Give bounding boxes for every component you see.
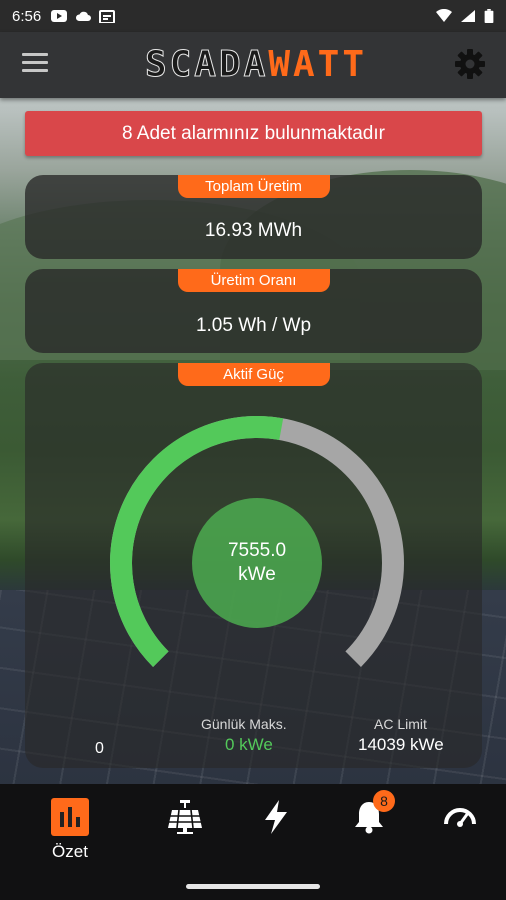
total-production-label: Toplam Üretim bbox=[177, 175, 330, 198]
ac-limit-label: AC Limit bbox=[374, 716, 427, 732]
active-power-card: Aktif Güç 7555.0 kWe 0 Günlük Maks. 0 kW… bbox=[25, 363, 482, 768]
production-rate-card: Üretim Oranı 1.05 Wh / Wp bbox=[25, 269, 482, 353]
nav-item-ozet[interactable]: Özet bbox=[40, 798, 100, 861]
battery-icon bbox=[484, 9, 494, 23]
lightning-icon bbox=[265, 800, 287, 834]
app-bar: SCADA WATT bbox=[0, 32, 506, 98]
nav-item-performance[interactable] bbox=[430, 798, 490, 858]
daily-max-value: 0 kWe bbox=[225, 735, 273, 754]
active-power-label: Aktif Güç bbox=[177, 363, 330, 386]
ac-limit-value: 14039 kWe bbox=[358, 735, 444, 754]
signal-icon bbox=[461, 10, 475, 22]
gear-icon[interactable] bbox=[454, 48, 486, 80]
wifi-icon bbox=[436, 9, 452, 22]
alarm-banner[interactable]: 8 Adet alarmınız bulunmaktadır bbox=[25, 111, 482, 156]
menu-button[interactable] bbox=[22, 53, 48, 75]
cloud-icon bbox=[76, 11, 92, 21]
alarm-banner-text: 8 Adet alarmınız bulunmaktadır bbox=[122, 122, 385, 144]
home-indicator[interactable] bbox=[186, 884, 320, 889]
active-power-gauge: 7555.0 kWe bbox=[109, 415, 405, 711]
calendar-icon bbox=[99, 10, 116, 23]
gauge-min-label: 0 bbox=[95, 740, 104, 757]
bottom-nav: Özet 8 bbox=[0, 784, 506, 900]
total-production-value: 16.93 MWh bbox=[204, 220, 303, 241]
app-logo: SCADA WATT bbox=[144, 43, 368, 85]
gauge-center: 7555.0 kWe bbox=[192, 498, 322, 628]
gauge-icon bbox=[444, 808, 476, 827]
nav-label-ozet: Özet bbox=[52, 842, 88, 861]
production-rate-value: 1.05 Wh / Wp bbox=[195, 315, 312, 336]
status-time: 6:56 bbox=[12, 7, 42, 25]
total-production-card: Toplam Üretim 16.93 MWh bbox=[25, 175, 482, 259]
production-rate-label: Üretim Oranı bbox=[177, 269, 330, 292]
daily-max-label: Günlük Maks. bbox=[201, 716, 287, 732]
bar-chart-icon bbox=[51, 798, 89, 836]
nav-item-solar[interactable] bbox=[155, 798, 215, 858]
nav-item-alarms[interactable]: 8 bbox=[339, 790, 399, 858]
nav-item-power[interactable] bbox=[246, 798, 306, 858]
youtube-icon bbox=[51, 10, 68, 22]
active-power-value: 7555.0 bbox=[227, 540, 287, 561]
status-bar: 6:56 bbox=[0, 0, 506, 32]
solar-panel-icon bbox=[168, 800, 202, 834]
alarm-count-badge: 8 bbox=[373, 790, 395, 812]
active-power-unit: kWe bbox=[238, 564, 276, 585]
